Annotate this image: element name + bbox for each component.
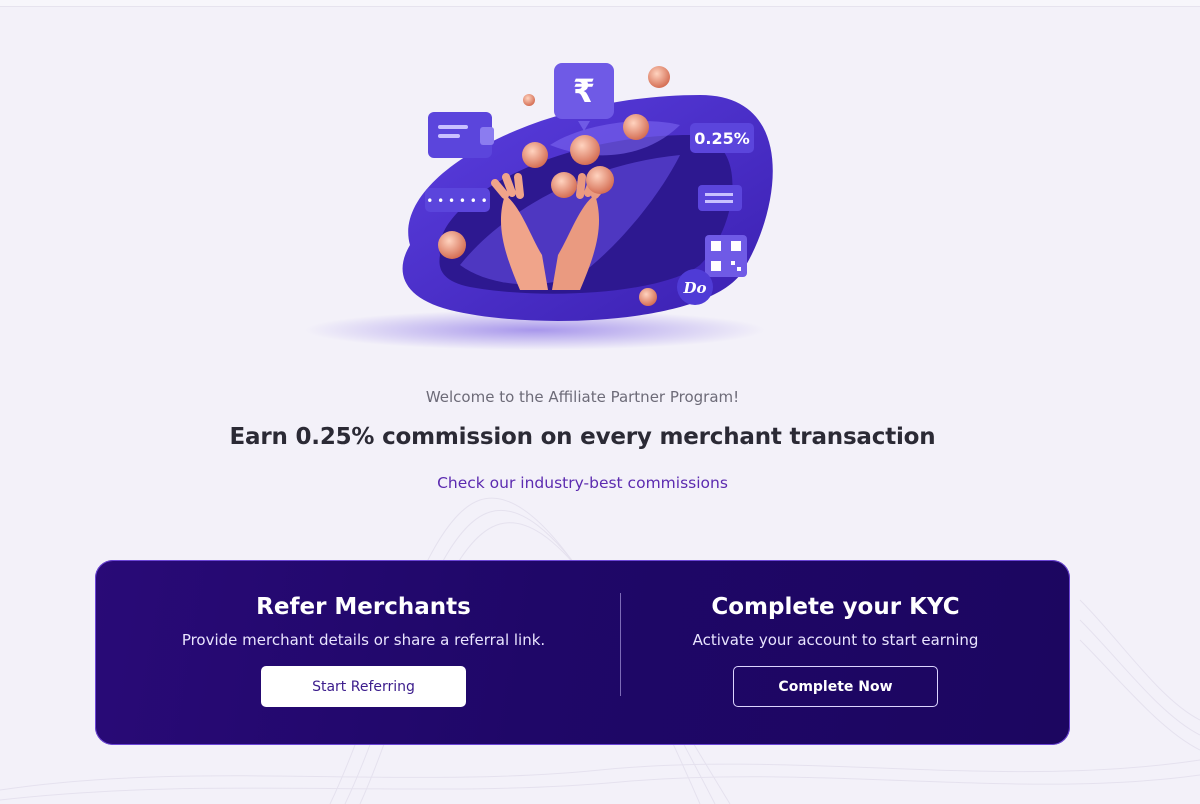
qr-code-icon xyxy=(705,235,747,277)
welcome-text: Welcome to the Affiliate Partner Program… xyxy=(425,388,740,406)
kyc-title: Complete your KYC xyxy=(711,594,960,620)
card-icon xyxy=(698,185,742,211)
refer-merchants-description: Provide merchant details or share a refe… xyxy=(181,631,546,649)
complete-now-button[interactable]: Complete Now xyxy=(733,666,938,707)
chat-bubble-icon: • • • • • • xyxy=(425,188,490,212)
refer-merchants-section: Refer Merchants Provide merchant details… xyxy=(120,594,607,707)
brand-coin-text: Do xyxy=(682,279,706,297)
refer-merchants-title: Refer Merchants xyxy=(256,594,471,620)
brand-coin-icon: Do xyxy=(677,269,713,305)
percent-badge-icon: 0.25% xyxy=(690,123,754,153)
wallet-icon xyxy=(428,112,494,158)
cta-card: Refer Merchants Provide merchant details… xyxy=(95,560,1070,745)
svg-text:• • • • • •: • • • • • • xyxy=(426,194,488,208)
page-headline: Earn 0.25% commission on every merchant … xyxy=(229,424,936,450)
rupee-symbol: ₹ xyxy=(573,72,595,110)
kyc-description: Activate your account to start earning xyxy=(692,631,979,649)
commissions-link[interactable]: Check our industry-best commissions xyxy=(0,474,1165,492)
start-referring-button[interactable]: Start Referring xyxy=(261,666,466,707)
affiliate-dashboard: ₹ 0.25% • • • • • • Do Welcome to the Af… xyxy=(0,0,1200,804)
hero-illustration: ₹ 0.25% • • • • • • Do xyxy=(305,63,773,350)
percent-badge-text: 0.25% xyxy=(694,129,750,148)
kyc-section: Complete your KYC Activate your account … xyxy=(592,594,1079,707)
